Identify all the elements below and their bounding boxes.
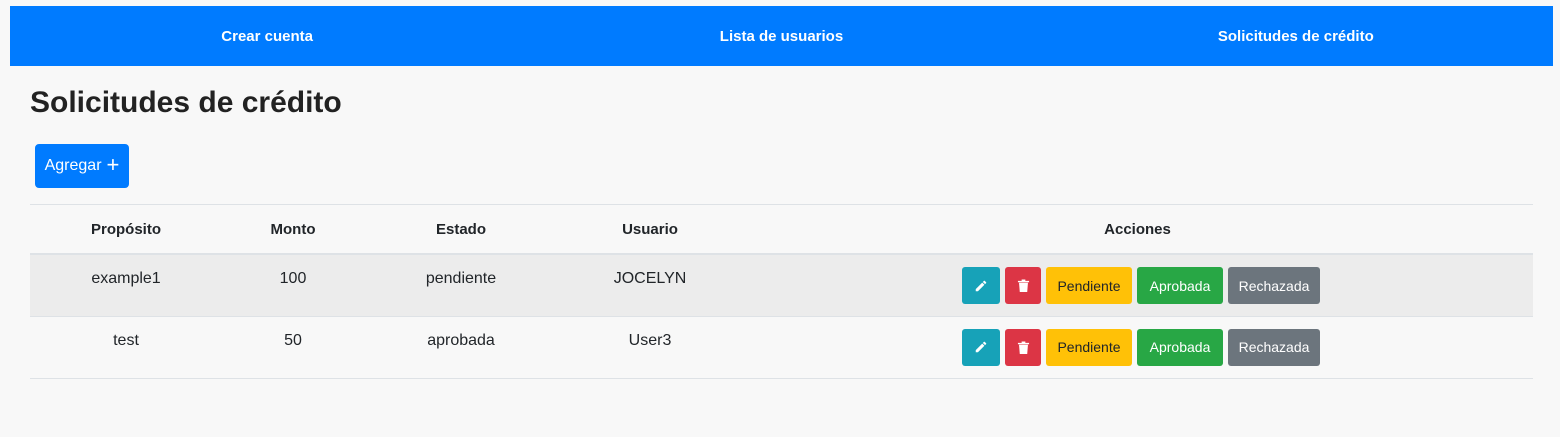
nav-crear-cuenta[interactable]: Crear cuenta	[10, 28, 524, 45]
aprobada-button[interactable]: Aprobada	[1137, 328, 1223, 366]
header-usuario: Usuario	[558, 204, 742, 255]
add-button[interactable]: Agregar +	[35, 144, 129, 188]
pencil-icon	[975, 341, 987, 353]
nav-solicitudes-credito[interactable]: Solicitudes de crédito	[1039, 28, 1553, 45]
credit-requests-table: Propósito Monto Estado Usuario Acciones …	[30, 204, 1533, 379]
nav-lista-usuarios[interactable]: Lista de usuarios	[524, 28, 1038, 45]
table-row: test 50 aprobada User3 Pendiente Aprobad…	[30, 316, 1533, 379]
trash-icon	[1017, 279, 1029, 292]
cell-proposito: test	[30, 316, 222, 379]
edit-button[interactable]	[962, 267, 1000, 304]
header-acciones: Acciones	[742, 204, 1533, 255]
row-actions: Pendiente Aprobada Rechazada	[742, 267, 1533, 304]
cell-acciones: Pendiente Aprobada Rechazada	[742, 254, 1533, 317]
table-row: example1 100 pendiente JOCELYN Pendiente…	[30, 254, 1533, 317]
delete-button[interactable]	[1005, 328, 1041, 366]
top-navbar: Crear cuenta Lista de usuarios Solicitud…	[10, 6, 1553, 66]
cell-proposito: example1	[30, 254, 222, 317]
add-button-label: Agregar	[44, 157, 102, 174]
cell-monto: 100	[222, 254, 364, 317]
header-proposito: Propósito	[30, 204, 222, 255]
header-monto: Monto	[222, 204, 364, 255]
cell-estado: pendiente	[364, 254, 558, 317]
table-header-row: Propósito Monto Estado Usuario Acciones	[30, 204, 1533, 255]
plus-icon: +	[106, 152, 120, 177]
header-estado: Estado	[364, 204, 558, 255]
rechazada-button[interactable]: Rechazada	[1228, 267, 1320, 304]
pendiente-button[interactable]: Pendiente	[1046, 267, 1132, 304]
delete-button[interactable]	[1005, 267, 1041, 304]
row-actions: Pendiente Aprobada Rechazada	[742, 328, 1533, 366]
cell-monto: 50	[222, 316, 364, 379]
cell-usuario: JOCELYN	[558, 254, 742, 317]
pencil-icon	[975, 280, 987, 291]
cell-estado: aprobada	[364, 316, 558, 379]
pendiente-button[interactable]: Pendiente	[1046, 328, 1132, 366]
cell-usuario: User3	[558, 316, 742, 379]
credit-requests-table-container: Propósito Monto Estado Usuario Acciones …	[30, 204, 1533, 379]
cell-acciones: Pendiente Aprobada Rechazada	[742, 316, 1533, 379]
page-title: Solicitudes de crédito	[30, 86, 342, 119]
trash-icon	[1017, 340, 1029, 354]
rechazada-button[interactable]: Rechazada	[1228, 328, 1320, 366]
edit-button[interactable]	[962, 328, 1000, 366]
aprobada-button[interactable]: Aprobada	[1137, 267, 1223, 304]
